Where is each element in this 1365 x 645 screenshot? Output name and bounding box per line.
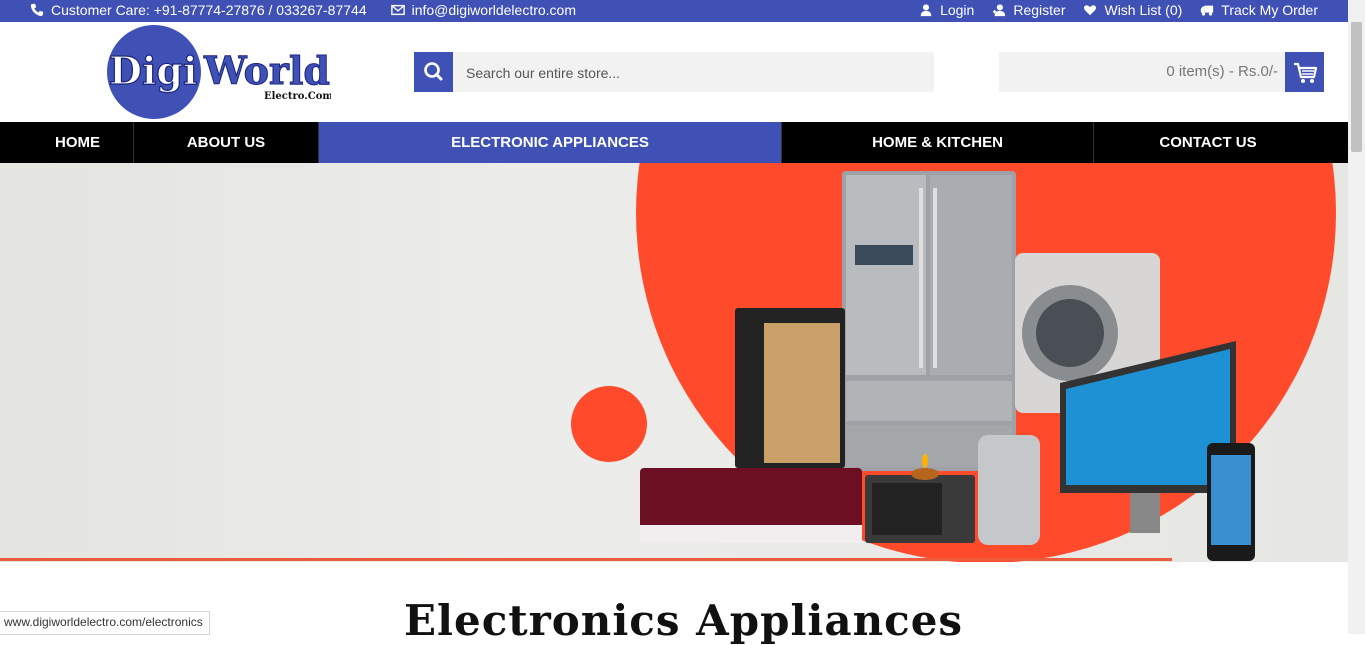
customer-care: Customer Care: +91-87774-27876 / 033267-… (30, 1, 367, 19)
nav-home[interactable]: HOME (22, 122, 134, 163)
site-header: Digi World Electro.Com 0 item(s) - Rs.0/… (0, 22, 1348, 122)
heart-icon (1084, 5, 1097, 16)
search-icon (424, 62, 443, 81)
top-bar: Customer Care: +91-87774-27876 / 033267-… (0, 0, 1348, 22)
email-text: info@digiworldelectro.com (411, 2, 576, 18)
search-bar (414, 52, 934, 94)
truck-icon (1201, 5, 1214, 16)
envelope-icon (390, 4, 405, 16)
register-link[interactable]: Register (992, 1, 1065, 19)
register-label: Register (1013, 2, 1066, 18)
logo-subtitle: Electro.Com (264, 91, 331, 102)
site-logo[interactable]: Digi World Electro.Com (106, 24, 331, 120)
track-order-link[interactable]: Track My Order (1200, 1, 1318, 19)
search-input[interactable] (464, 52, 928, 94)
cart-summary: 0 item(s) - Rs.0/- (1166, 63, 1278, 80)
nav-about-us[interactable]: ABOUT US (134, 122, 319, 163)
nav-home-kitchen[interactable]: HOME & KITCHEN (782, 122, 1094, 163)
section-title: Electronics Appliances (404, 596, 964, 645)
logo-word-digi: Digi (109, 48, 197, 93)
cart-widget[interactable]: 0 item(s) - Rs.0/- (999, 52, 1324, 92)
logo-word-world: World (203, 48, 330, 93)
wishlist-label: Wish List (0) (1104, 2, 1183, 18)
hero-banner[interactable] (0, 163, 1348, 562)
email-link[interactable]: info@digiworldelectro.com (390, 1, 576, 19)
track-order-label: Track My Order (1221, 2, 1318, 18)
customer-care-text: Customer Care: +91-87774-27876 / 033267-… (51, 2, 367, 18)
login-label: Login (940, 2, 975, 18)
nav-contact-us[interactable]: CONTACT US (1094, 122, 1322, 163)
user-icon (920, 4, 932, 17)
browser-status-url: www.digiworldelectro.com/electronics (0, 611, 210, 635)
nav-electronic-appliances[interactable]: ELECTRONIC APPLIANCES (319, 122, 782, 163)
hero-appliances-image (571, 163, 1336, 562)
cart-button[interactable] (1285, 52, 1324, 92)
scrollbar-thumb[interactable] (1351, 22, 1362, 152)
wishlist-link[interactable]: Wish List (0) (1083, 1, 1182, 19)
main-nav: HOME ABOUT US ELECTRONIC APPLIANCES HOME… (0, 122, 1348, 163)
login-link[interactable]: Login (919, 1, 974, 19)
phone-icon (30, 3, 44, 17)
shopping-cart-icon (1294, 62, 1318, 83)
page-scrollbar[interactable] (1348, 0, 1365, 634)
user-plus-icon (993, 4, 1006, 17)
search-button[interactable] (414, 52, 453, 92)
hero-divider (0, 558, 1172, 561)
